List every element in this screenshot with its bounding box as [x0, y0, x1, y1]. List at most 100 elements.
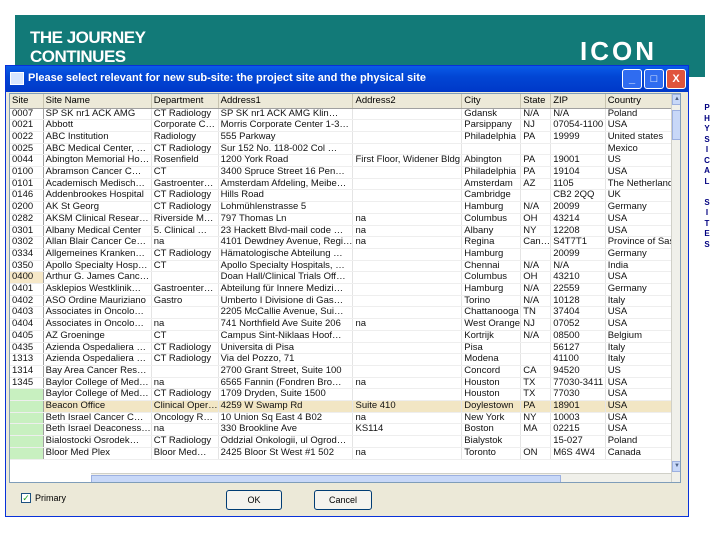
site-code-cell[interactable]: [10, 412, 44, 425]
table-cell[interactable]: USA: [605, 423, 680, 437]
site-code-cell[interactable]: 0025: [10, 143, 44, 156]
table-cell[interactable]: 15-027: [550, 435, 606, 448]
table-cell[interactable]: Baylor College of Med…: [43, 377, 152, 390]
table-row[interactable]: Beth Israel Cancer C… Oncology R… 10 Union…: [10, 412, 680, 425]
table-cell[interactable]: na: [352, 318, 463, 331]
table-row[interactable]: 0302 Allan Blair Cancer Ce… na 4101 Dewdney…: [10, 236, 680, 249]
table-row[interactable]: 1314 Bay Area Cancer Res… 2700 Grant Stree…: [10, 365, 680, 378]
table-cell[interactable]: West Orange: [461, 318, 522, 331]
table-cell[interactable]: 94520: [550, 365, 606, 378]
table-cell[interactable]: PA: [520, 166, 552, 179]
table-cell[interactable]: 41100: [550, 353, 606, 366]
table-cell[interactable]: Bloor Med Plex: [43, 447, 152, 460]
table-cell[interactable]: Arthur G. James Canc…: [43, 271, 152, 285]
table-row[interactable]: Baylor College of Med… CT Radiology 1709 D…: [10, 388, 680, 402]
table-cell[interactable]: Lohmühlenstrasse 5: [218, 201, 354, 214]
table-cell[interactable]: [520, 248, 552, 261]
table-cell[interactable]: Torino: [461, 295, 522, 308]
horizontal-scrollbar[interactable]: [91, 473, 671, 482]
maximize-button[interactable]: □: [644, 69, 664, 89]
table-cell[interactable]: 08500: [550, 330, 606, 343]
table-cell[interactable]: Italy: [605, 342, 680, 355]
table-cell[interactable]: SP SK nr1 ACK AMG: [43, 108, 152, 121]
table-cell[interactable]: Associates in Oncolo…: [43, 318, 152, 331]
table-cell[interactable]: [352, 108, 463, 121]
table-cell[interactable]: Bloor Med…: [151, 447, 219, 460]
table-cell[interactable]: India: [605, 260, 680, 273]
table-cell[interactable]: [352, 435, 463, 448]
table-cell[interactable]: [352, 178, 463, 191]
table-cell[interactable]: Abteilung für Innere Medizi…: [218, 283, 354, 296]
table-cell[interactable]: TX: [520, 388, 552, 402]
table-cell[interactable]: Apollo Specialty Hosp…: [43, 260, 152, 273]
table-cell[interactable]: [352, 248, 463, 261]
table-cell[interactable]: [352, 353, 463, 366]
table-cell[interactable]: [520, 189, 552, 203]
table-cell[interactable]: 23 Hackett Blvd-mail code …: [218, 225, 354, 238]
column-header[interactable]: Site Name: [43, 94, 152, 109]
table-cell[interactable]: [352, 143, 463, 156]
table-cell[interactable]: Amsterdam: [461, 178, 522, 191]
table-cell[interactable]: CT: [151, 260, 219, 273]
table-cell[interactable]: [151, 365, 219, 378]
table-cell[interactable]: Chattanooga: [461, 306, 522, 320]
table-row[interactable]: 1345 Baylor College of Med… na 6565 Fannin …: [10, 377, 680, 390]
table-cell[interactable]: AK St Georg: [43, 201, 152, 214]
table-cell[interactable]: 4259 W Swamp Rd: [218, 400, 354, 413]
table-cell[interactable]: [151, 271, 219, 285]
table-cell[interactable]: Umberto I Divisione di Gas…: [218, 295, 354, 308]
table-cell[interactable]: ABC Institution: [43, 131, 152, 144]
column-header[interactable]: Address2: [352, 94, 463, 109]
table-row[interactable]: 0022 ABC Institution Radiology 555 Parkway P…: [10, 131, 680, 144]
table-cell[interactable]: na: [352, 412, 463, 425]
table-cell[interactable]: Oddzial Onkologii, ul Ogrod…: [218, 435, 354, 448]
table-cell[interactable]: Columbus: [461, 213, 522, 226]
table-cell[interactable]: Bialystok: [461, 435, 522, 448]
table-cell[interactable]: Associates in Oncolo…: [43, 306, 152, 320]
site-code-cell[interactable]: [10, 423, 44, 437]
table-cell[interactable]: OH: [520, 213, 552, 226]
table-cell[interactable]: 555 Parkway: [218, 131, 354, 144]
table-cell[interactable]: 4101 Dewdney Avenue, Regi…: [218, 236, 354, 249]
table-cell[interactable]: Doylestown: [461, 400, 522, 413]
table-cell[interactable]: Houston: [461, 388, 522, 402]
table-cell[interactable]: 19001: [550, 154, 606, 168]
table-cell[interactable]: [352, 119, 463, 132]
table-cell[interactable]: SP SK nr1 ACK AMG Klin…: [218, 108, 354, 121]
table-cell[interactable]: USA: [605, 306, 680, 320]
table-cell[interactable]: Pisa: [461, 342, 522, 355]
table-row[interactable]: 0007 SP SK nr1 ACK AMG CT Radiology SP SK n…: [10, 108, 680, 121]
table-cell[interactable]: AZ Groeninge: [43, 330, 152, 343]
site-code-cell[interactable]: 0100: [10, 166, 44, 179]
table-cell[interactable]: AKSM Clinical Resear…: [43, 213, 152, 226]
table-cell[interactable]: Modena: [461, 353, 522, 366]
table-cell[interactable]: Asklepios Westklinik…: [43, 283, 152, 296]
table-cell[interactable]: Parsippany: [461, 119, 522, 132]
table-cell[interactable]: The Netherlands: [605, 178, 680, 191]
table-cell[interactable]: na: [151, 318, 219, 331]
table-cell[interactable]: Morris Corporate Center 1-3…: [218, 119, 354, 132]
table-row[interactable]: Beacon Office Clinical Oper… 4259 W Swamp …: [10, 400, 680, 413]
table-cell[interactable]: Beth Israel Deaconess…: [43, 423, 152, 437]
table-cell[interactable]: Sur 152 No. 118-002 Col …: [218, 143, 354, 156]
table-cell[interactable]: Addenbrookes Hospital: [43, 189, 152, 203]
table-row[interactable]: 0282 AKSM Clinical Resear… Riverside M… 797…: [10, 213, 680, 226]
table-cell[interactable]: First Floor, Widener Bldg: [352, 154, 463, 168]
table-cell[interactable]: USA: [605, 166, 680, 179]
vertical-scrollbar[interactable]: ▲ ▼: [671, 94, 680, 482]
table-cell[interactable]: [520, 143, 552, 156]
table-cell[interactable]: UK: [605, 189, 680, 203]
column-header[interactable]: ZIP: [550, 94, 606, 109]
table-row[interactable]: 0301 Albany Medical Center 5. Clinical … 23…: [10, 225, 680, 238]
table-cell[interactable]: [352, 271, 463, 285]
table-cell[interactable]: 1105: [550, 178, 606, 191]
table-cell[interactable]: Houston: [461, 377, 522, 390]
scroll-up-icon[interactable]: ▲: [672, 94, 680, 105]
table-cell[interactable]: [352, 283, 463, 296]
table-cell[interactable]: KS114: [352, 423, 463, 437]
table-cell[interactable]: Toronto: [461, 447, 522, 460]
table-cell[interactable]: [151, 306, 219, 320]
table-cell[interactable]: Albany Medical Center: [43, 225, 152, 238]
table-cell[interactable]: 10 Union Sq East 4 B02: [218, 412, 354, 425]
table-cell[interactable]: Baylor College of Med…: [43, 388, 152, 402]
